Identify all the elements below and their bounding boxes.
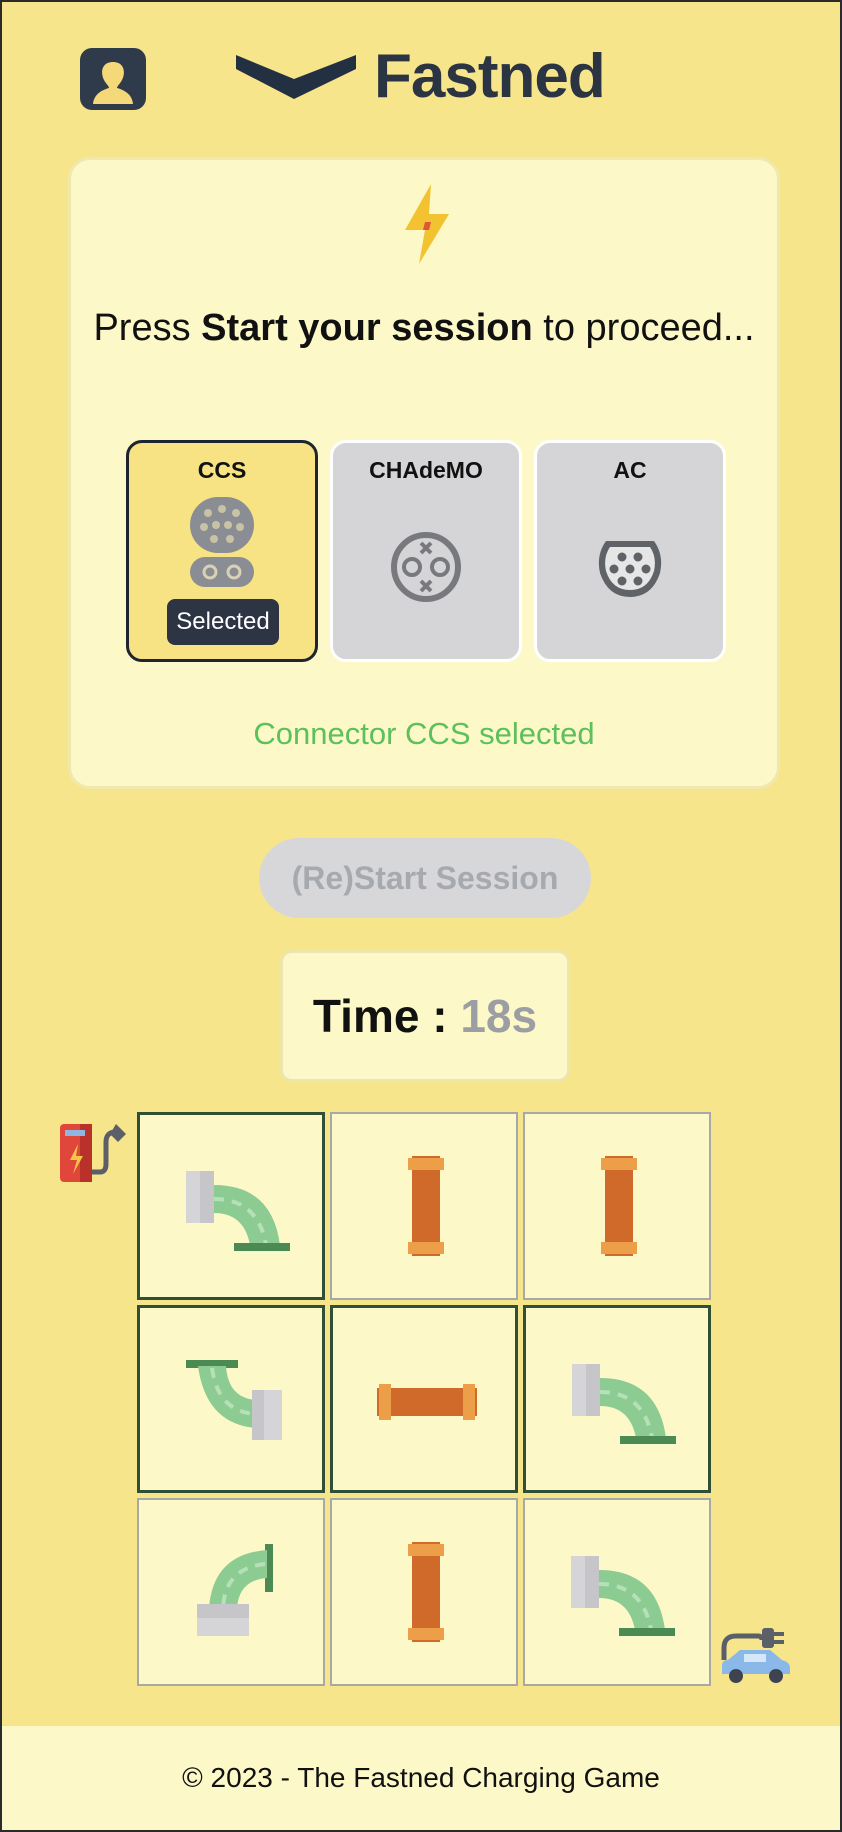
charging-station-icon xyxy=(60,1124,126,1182)
pipe-tile[interactable] xyxy=(330,1498,518,1686)
connector-label: AC xyxy=(613,457,647,483)
pipe-tile[interactable] xyxy=(137,1112,325,1300)
connector-ac[interactable]: AC xyxy=(534,440,726,662)
timer-label: Time : xyxy=(312,990,461,1042)
footer-text: © 2023 - The Fastned Charging Game xyxy=(182,1762,660,1793)
pipe-tile[interactable] xyxy=(330,1112,518,1300)
ccs-plug-icon xyxy=(190,497,254,587)
user-avatar-icon[interactable] xyxy=(80,48,146,110)
restart-session-button[interactable]: (Re)Start Session xyxy=(259,838,591,918)
brand-name: Fastned xyxy=(374,42,606,111)
footer: © 2023 - The Fastned Charging Game xyxy=(2,1725,840,1830)
pipe-tile[interactable] xyxy=(137,1498,325,1686)
connector-selector: CCS Selected CHAdeMO AC xyxy=(126,440,726,662)
lightning-bolt-icon xyxy=(405,184,449,264)
connector-label: CCS xyxy=(197,457,247,483)
connector-chademo[interactable]: CHAdeMO xyxy=(330,440,522,662)
pipe-tile[interactable] xyxy=(523,1498,711,1686)
connector-ccs[interactable]: CCS Selected xyxy=(126,440,318,662)
selected-badge: Selected xyxy=(167,599,279,645)
session-card: Press Start your session to proceed... C… xyxy=(68,157,780,789)
chademo-plug-icon xyxy=(391,532,461,602)
pipe-tile[interactable] xyxy=(330,1305,518,1493)
fastned-logo: Fastned xyxy=(236,42,606,111)
timer-value: 18s xyxy=(460,990,538,1042)
pipe-grid xyxy=(137,1112,717,1687)
connector-status: Connector CCS selected xyxy=(253,716,595,751)
electric-car-icon xyxy=(721,1628,790,1683)
pipe-tile[interactable] xyxy=(523,1305,711,1493)
pipe-tile[interactable] xyxy=(137,1305,325,1493)
timer-display: Time : 18s xyxy=(280,950,570,1082)
fastned-chevron-logo xyxy=(236,55,356,99)
type2-ac-plug-icon xyxy=(598,541,662,597)
instruction-text: Press Start your session to proceed... xyxy=(93,307,755,349)
header: Fastned xyxy=(2,2,840,152)
pipe-tile[interactable] xyxy=(523,1112,711,1300)
connector-label: CHAdeMO xyxy=(369,457,483,483)
